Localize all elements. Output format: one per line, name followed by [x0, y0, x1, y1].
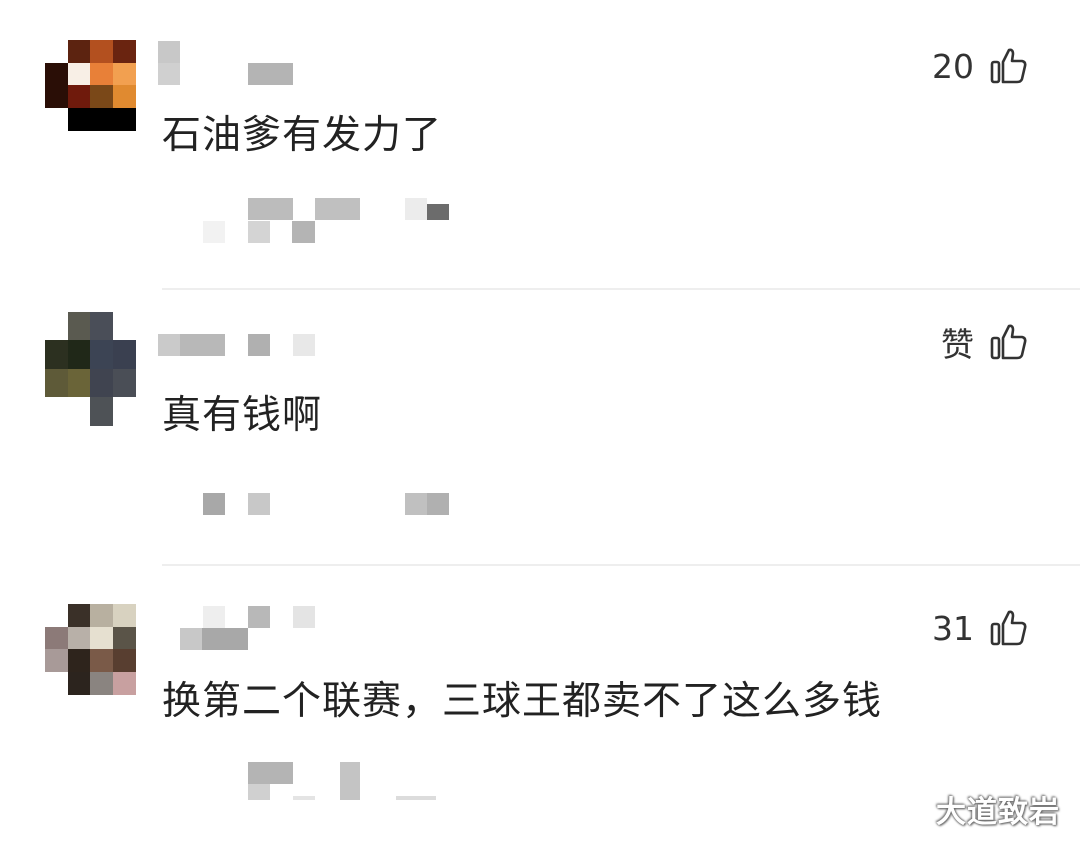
username-blur	[158, 41, 180, 63]
avatar-pixel	[45, 40, 68, 63]
comment-text: 换第二个联赛，三球王都卖不了这么多钱	[162, 679, 883, 724]
avatar-pixel	[90, 85, 113, 108]
avatar-pixel	[112, 396, 136, 426]
avatar-pixel	[112, 649, 136, 672]
username-blur	[158, 63, 180, 85]
username-blur	[293, 606, 315, 628]
username-blur	[248, 606, 270, 628]
thumbs-up-icon	[990, 48, 1027, 84]
avatar-pixel	[67, 40, 91, 63]
comment-item: 赞 真有钱啊	[0, 290, 1080, 566]
like-count: 20	[932, 46, 974, 86]
avatar-pixel	[45, 368, 68, 398]
comment-item: 31 换第二个联赛，三球王都卖不了这么多钱	[0, 566, 1080, 853]
avatar-pixel	[90, 340, 113, 370]
avatar-pixel	[45, 107, 68, 131]
comment-item: 20 石油爹有发力了	[0, 0, 1080, 290]
thumbs-up-icon	[990, 324, 1027, 360]
like-label: 赞	[941, 325, 974, 364]
avatar-pixel	[112, 312, 136, 341]
avatar-pixel	[67, 85, 91, 108]
avatar-pixel	[67, 62, 91, 86]
avatar-pixel	[45, 626, 68, 650]
like-button[interactable]: 31	[932, 606, 1028, 650]
comment-text: 石油爹有发力了	[162, 113, 443, 158]
avatar[interactable]	[45, 604, 136, 695]
meta-blur	[248, 198, 293, 220]
avatar[interactable]	[45, 312, 136, 426]
meta-blur	[427, 493, 449, 515]
avatar-pixel	[90, 368, 113, 398]
meta-blur	[405, 493, 427, 515]
meta-blur	[405, 198, 427, 220]
avatar-pixel	[45, 85, 68, 108]
username-blur	[203, 606, 225, 628]
avatar-pixel	[67, 649, 91, 672]
avatar-pixel	[112, 40, 136, 63]
meta-blur	[203, 493, 225, 515]
meta-blur	[340, 762, 360, 800]
avatar-pixel	[112, 340, 136, 370]
meta-blur	[248, 493, 270, 515]
avatar-pixel	[67, 626, 91, 650]
avatar-pixel	[67, 396, 91, 426]
avatar[interactable]	[45, 40, 136, 131]
avatar-pixel	[90, 40, 113, 63]
username-blur	[293, 334, 315, 356]
like-button[interactable]: 20	[932, 44, 1028, 88]
username-blur	[202, 628, 248, 650]
thumbs-up-icon	[990, 610, 1027, 646]
avatar-pixel	[67, 107, 91, 131]
avatar-pixel	[67, 604, 91, 627]
meta-blur	[427, 204, 449, 220]
meta-blur	[293, 796, 315, 800]
avatar-pixel	[90, 107, 113, 131]
avatar-pixel	[112, 671, 136, 695]
avatar-pixel	[45, 340, 68, 370]
meta-blur	[292, 221, 315, 243]
username-blur	[248, 334, 270, 356]
meta-blur	[248, 784, 270, 800]
avatar-pixel	[45, 62, 68, 86]
avatar-pixel	[45, 671, 68, 695]
avatar-pixel	[90, 312, 113, 341]
avatar-pixel	[45, 312, 68, 341]
avatar-pixel	[112, 604, 136, 627]
avatar-pixel	[67, 671, 91, 695]
avatar-pixel	[90, 604, 113, 627]
avatar-pixel	[112, 626, 136, 650]
watermark: 大道致岩	[936, 795, 1060, 830]
avatar-pixel	[45, 649, 68, 672]
like-count: 31	[932, 608, 974, 648]
username-blur	[180, 334, 225, 356]
username-blur	[158, 334, 180, 356]
avatar-pixel	[90, 626, 113, 650]
meta-blur	[396, 796, 436, 800]
avatar-pixel	[112, 107, 136, 131]
avatar-pixel	[112, 368, 136, 398]
avatar-pixel	[67, 368, 91, 398]
meta-blur	[315, 198, 360, 220]
avatar-pixel	[90, 671, 113, 695]
comment-text: 真有钱啊	[162, 393, 323, 438]
meta-blur	[248, 221, 270, 243]
like-button[interactable]: 赞	[941, 320, 1028, 364]
meta-blur	[248, 762, 293, 784]
username-blur	[248, 63, 293, 85]
avatar-pixel	[45, 604, 68, 627]
avatar-pixel	[67, 312, 91, 341]
avatar-pixel	[90, 396, 113, 426]
avatar-pixel	[45, 396, 68, 426]
avatar-pixel	[112, 62, 136, 86]
avatar-pixel	[112, 85, 136, 108]
meta-blur	[203, 221, 225, 243]
username-blur	[180, 628, 202, 650]
avatar-pixel	[90, 649, 113, 672]
avatar-pixel	[90, 62, 113, 86]
avatar-pixel	[67, 340, 91, 370]
